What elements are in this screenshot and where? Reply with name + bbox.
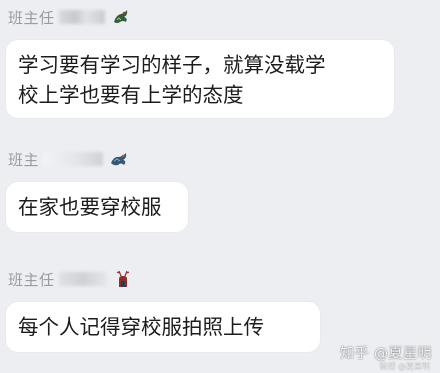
deer-sticker-icon[interactable] [113,269,133,289]
blurred-name-redaction [43,152,104,166]
message-text-line: 每个人记得穿校服拍照上传 [18,315,264,339]
blurred-name-redaction [58,272,107,286]
message-text-line: 在家也要穿校服 [18,195,162,219]
message-bubble[interactable]: 每个人记得穿校服拍照上传 [6,302,320,352]
sender-name[interactable]: 班主任 [8,269,55,290]
message-bubble[interactable]: 学习要有学习的样子，就算没载学 校上学也要有上学的态度 [6,40,394,118]
dragon-sticker-icon[interactable] [111,7,131,27]
sender-name[interactable]: 班主任 [8,7,55,28]
message-text-line: 校上学也要有上学的态度 [18,83,244,107]
dragon-sticker-icon[interactable] [109,149,129,169]
message-text-line: 学习要有学习的样子，就算没载学 [18,53,326,77]
watermark-subtext: 微博 @夏星明 [379,362,430,371]
sender-row: 班主 [8,148,129,170]
sender-row: 班主任 [8,268,133,290]
watermark-text: 知乎 @夏星明 [340,346,432,362]
sender-row: 班主任 [8,6,131,28]
message-bubble[interactable]: 在家也要穿校服 [6,182,188,232]
sender-name[interactable]: 班主 [8,149,39,170]
blurred-name-redaction [58,10,105,24]
chat-window: 班主任 学习要有学习的样子，就算没载学 校上学也要有上学的态度 班主 在家也要穿 [0,0,440,373]
